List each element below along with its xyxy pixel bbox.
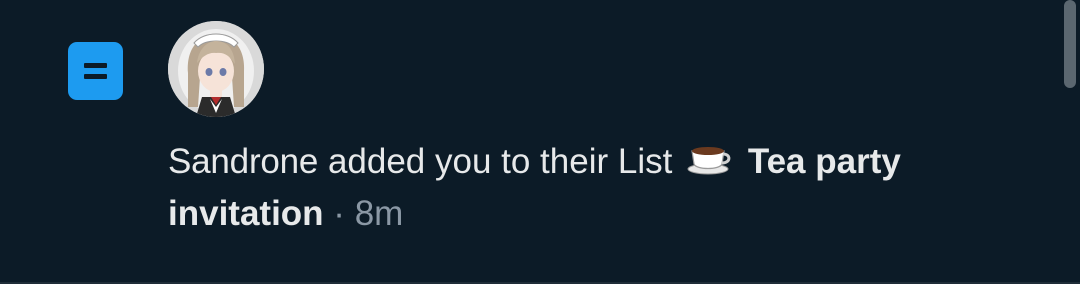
separator-dot: · — [333, 194, 345, 233]
notification-message: Sandrone added you to their List Tea par… — [168, 136, 1038, 240]
action-text: added you to their List — [327, 142, 673, 181]
list-notification[interactable]: Sandrone added you to their List Tea par… — [0, 0, 1080, 284]
user-name[interactable]: Sandrone — [168, 142, 318, 181]
user-avatar[interactable] — [168, 21, 264, 117]
time-ago: 8m — [354, 194, 404, 233]
tea-cup-icon — [686, 139, 732, 177]
list-icon — [68, 42, 123, 100]
scrollbar[interactable] — [1064, 0, 1076, 88]
